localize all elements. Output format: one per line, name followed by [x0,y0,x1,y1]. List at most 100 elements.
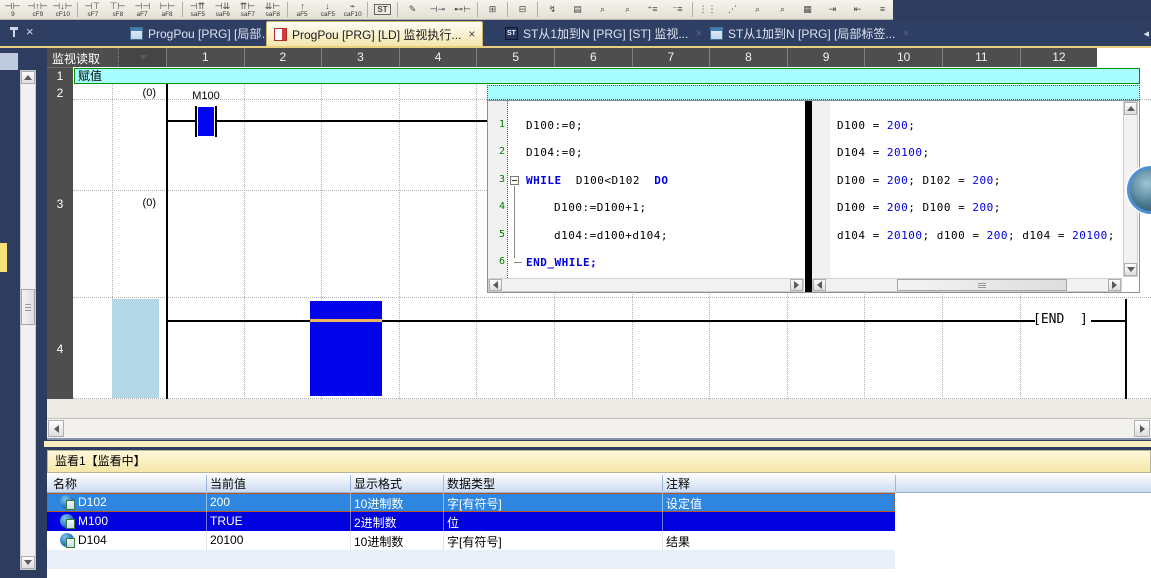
watch-row[interactable]: D1042010010进制数字[有符号]结果 [47,531,895,550]
insert-row-button[interactable]: ⊞ [480,0,505,19]
scroll-right-button[interactable] [1134,420,1150,437]
watch-value: 200 [210,495,230,509]
watch-column-header[interactable]: 显示格式 [354,475,402,492]
tab-active[interactable]: ProgPou [PRG] [LD] 监视执行...× [266,21,483,46]
falling-pulse-contact-button[interactable]: ⊣↓⊢cF10 [50,0,75,19]
delete-row-button[interactable]: ⊟ [510,0,535,19]
device-find-2-button[interactable]: ⌕ [770,0,795,19]
scroll-down-button[interactable] [1124,263,1137,276]
parallel-falling-contact-button[interactable]: ⊣⇊saF6 [210,0,235,19]
tab-close-icon[interactable]: × [695,26,702,40]
find-instruction-icon: ⌕ [625,5,630,14]
tab-document[interactable]: ST从1加到N [PRG] [局部标签...× [703,20,916,46]
st-monitor-line: D104 = 20100; [837,146,930,159]
ladder-horizontal-scrollbar[interactable] [47,418,1151,438]
scroll-left-button[interactable] [489,279,502,291]
st-monitor-line: D100 = 200; D100 = 200; [837,201,1001,214]
watch-column-header[interactable]: 当前值 [210,475,246,492]
pin-icon[interactable] [8,26,20,38]
st-code-line: d104:=d100+d104; [554,229,668,242]
st-code-line: END_WHILE; [526,256,597,269]
scroll-left-button[interactable] [48,420,64,437]
tab-close-icon[interactable]: × [902,26,909,40]
tab-scroll-left-icon[interactable]: ◂ [1143,27,1149,40]
scrollbar-thumb[interactable] [897,279,1067,291]
find-instruction-button[interactable]: ⌕ [615,0,640,19]
st-monitor-hscrollbar[interactable] [812,278,1122,292]
code-fold-icon[interactable] [510,176,519,185]
st-code-hscrollbar[interactable] [488,278,804,292]
parallel-rising-contact-button[interactable]: ⊣⇈saF5 [185,0,210,19]
inline-st-box-button[interactable]: ST [370,0,395,19]
find-device-button[interactable]: ⌕ [590,0,615,19]
column-header: 4 [399,48,477,67]
scroll-right-button[interactable] [790,279,803,291]
device-icon [60,495,74,509]
device-out-button[interactable]: ⇤ [845,0,870,19]
tab-bar: × ◂ ProgPou [PRG] [局部标签设置]×ProgPou [PRG]… [0,20,1151,46]
delete-statement-button[interactable]: ⁻≡ [665,0,690,19]
statement-list-button[interactable]: ≡ [870,0,893,19]
edit-cursor-cell[interactable] [310,301,382,396]
scroll-left-button[interactable] [813,279,826,291]
left-vertical-scrollbar[interactable] [20,70,36,570]
scroll-right-button[interactable] [1108,279,1121,291]
tab-close-icon[interactable]: × [468,27,475,41]
tab-label: ProgPou [PRG] [局部标签设置] [148,25,282,42]
statement-row[interactable]: 赋值 [74,68,1140,84]
application-instruction-button[interactable]: ⊷⊢ [450,0,475,19]
st-box-header[interactable] [487,85,1140,100]
st-code-pane[interactable]: 1D100:=0;2D104:=0;3WHILE D100<D102 DO4D1… [488,101,805,292]
dock-highlight-chip [0,243,7,272]
insert-row-icon: ⊞ [489,5,497,14]
parallel-falling-close-button[interactable]: ⇊⊢saF8 [260,0,285,19]
chevron-down-icon [139,55,147,60]
branch-close-button[interactable]: ⊤⊢sF8 [105,0,130,19]
scroll-down-button[interactable] [21,556,35,569]
edit-device-comment-icon: ✎ [409,5,417,14]
coil-output-button[interactable]: ⊣⊸ [425,0,450,19]
dock-close-icon[interactable]: × [26,23,34,41]
watch-empty-row[interactable] [47,550,895,569]
device-find-1-button[interactable]: ⌕ [745,0,770,19]
column-header: 2 [244,48,322,67]
parallel-open-contact-icon: ⊣⊣ [135,2,151,11]
monitor-mode-dropdown[interactable] [118,48,166,67]
delete-line-button[interactable]: ⌁caF10 [340,0,365,19]
ti-table-icon [130,27,143,40]
insert-statement-button[interactable]: ⁺≡ [640,0,665,19]
watch-column-header[interactable]: 注释 [666,475,690,492]
watch-row[interactable]: D10220010进制数字[有符号]设定值 [47,493,895,512]
watch-column-header[interactable]: 数据类型 [447,475,495,492]
scroll-up-button[interactable] [1124,102,1137,115]
scrollbar-thumb[interactable] [21,289,35,325]
highlighted-cell[interactable] [112,299,159,398]
tab-document[interactable]: STST从1加到N [PRG] [ST] 监视...× [498,20,709,46]
convert-button[interactable]: ↯ [540,0,565,19]
ladder-editor[interactable]: 监视读取 123456789101112 1234 赋值 (0) (0) (60… [47,48,1151,440]
draw-vline-down-button[interactable]: ↓caF5 [315,0,340,19]
parallel-close-contact-button[interactable]: ⊢⊢aF8 [155,0,180,19]
draw-vline-up-button[interactable]: ↑aF5 [290,0,315,19]
edit-device-comment-button[interactable]: ✎ [400,0,425,19]
contact-m100-on[interactable] [198,107,214,136]
branch-open-button[interactable]: ⊣⊤sF7 [80,0,105,19]
cross-reference-filter-button[interactable]: ⋰ [720,0,745,19]
st-pane-divider[interactable] [805,101,812,292]
device-batch-monitor-button[interactable]: ▦ [795,0,820,19]
device-in-button[interactable]: ⇥ [820,0,845,19]
watch-row[interactable]: M100TRUE2进制数位 [47,512,895,531]
rising-pulse-contact-button[interactable]: ⊣↑⊢cF9 [25,0,50,19]
st-monitor-pane[interactable]: D100 = 200;D104 = 20100;D100 = 200; D102… [812,101,1139,292]
parallel-open-contact-button[interactable]: ⊣⊣aF7 [130,0,155,19]
convert-all-button[interactable]: ▤ [565,0,590,19]
end-instruction: [END ] [1033,312,1093,327]
st-code-line: D100:=D100+1; [554,201,647,214]
watch-name: M100 [78,514,108,528]
watch-column-header[interactable]: 名称 [53,475,77,492]
cross-reference-tree-button[interactable]: ⋮⋮ [695,0,720,19]
open-contact-button[interactable]: ⊣⊢9 [0,0,25,19]
parallel-rising-close-button[interactable]: ⇈⊢saF7 [235,0,260,19]
watch-title-bar[interactable]: 监看1【监看中】 [47,450,1151,473]
scroll-up-button[interactable] [21,71,35,84]
